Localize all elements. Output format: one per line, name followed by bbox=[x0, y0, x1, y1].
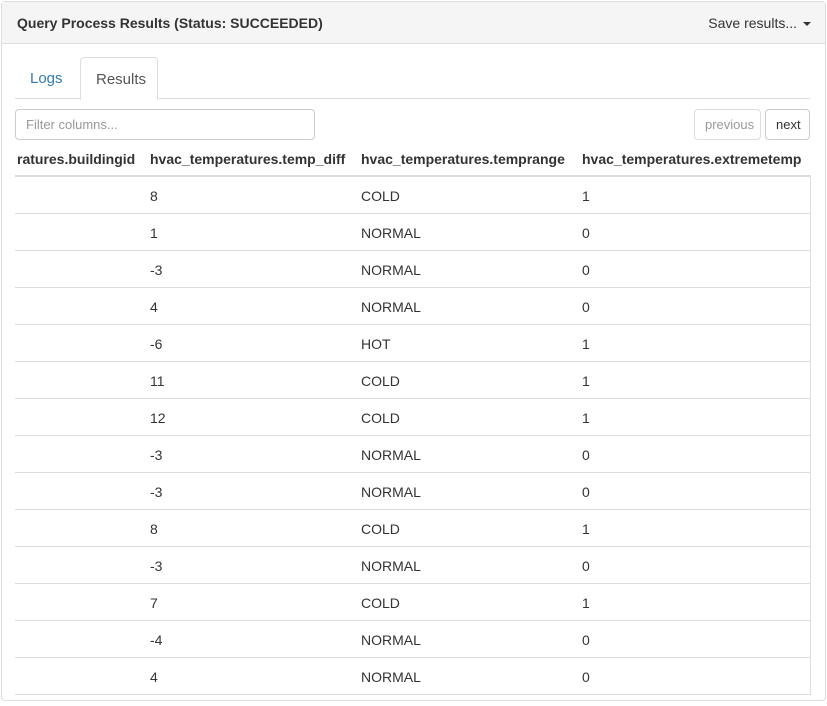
column-header[interactable]: hvac_temperatures.temprange bbox=[361, 151, 565, 167]
table-cell: COLD bbox=[361, 595, 400, 611]
table-row: -3 NORMAL 0 bbox=[15, 251, 810, 288]
table-cell: 4 bbox=[150, 669, 158, 685]
table-cell: HOT bbox=[361, 336, 391, 352]
table-cell: COLD bbox=[361, 410, 400, 426]
table-cell: NORMAL bbox=[361, 632, 421, 648]
table-row: -3 NORMAL 0 bbox=[15, 473, 810, 510]
table-row: 12 COLD 1 bbox=[15, 399, 810, 436]
table-row: 4 NORMAL 0 bbox=[15, 658, 810, 695]
table-row: 4 NORMAL 0 bbox=[15, 288, 810, 325]
table-cell: -6 bbox=[150, 336, 163, 352]
save-results-label: Save results... bbox=[708, 15, 797, 31]
table-cell: NORMAL bbox=[361, 484, 421, 500]
table-row: -6 HOT 1 bbox=[15, 325, 810, 362]
filter-columns-input[interactable] bbox=[15, 109, 315, 140]
table-cell: 1 bbox=[582, 188, 590, 204]
table-cell: COLD bbox=[361, 188, 400, 204]
table-cell: NORMAL bbox=[361, 299, 421, 315]
table-row: 8 COLD 1 bbox=[15, 510, 810, 547]
table-row: 8 COLD 1 bbox=[15, 177, 810, 214]
table-cell: NORMAL bbox=[361, 262, 421, 278]
table-cell: 0 bbox=[582, 669, 590, 685]
table-cell: COLD bbox=[361, 373, 400, 389]
table-cell: 1 bbox=[582, 410, 590, 426]
table-row: 1 NORMAL 0 bbox=[15, 214, 810, 251]
table-cell: 0 bbox=[582, 447, 590, 463]
table-cell: 0 bbox=[582, 558, 590, 574]
table-row: 11 COLD 1 bbox=[15, 362, 810, 399]
table-cell: -3 bbox=[150, 447, 163, 463]
next-button[interactable]: next bbox=[765, 109, 810, 140]
table-cell: 1 bbox=[582, 521, 590, 537]
table-cell: 0 bbox=[582, 484, 590, 500]
table-row: -3 NORMAL 0 bbox=[15, 436, 810, 473]
table-cell: 4 bbox=[150, 299, 158, 315]
table-row: -3 NORMAL 0 bbox=[15, 547, 810, 584]
table-body: 8 COLD 1 1 NORMAL 0 -3 NORMAL 0 4 NORMAL 0 -6 HOT 1 11 C… bbox=[15, 177, 811, 695]
table-cell: NORMAL bbox=[361, 558, 421, 574]
table-cell: -4 bbox=[150, 632, 163, 648]
table-cell: NORMAL bbox=[361, 225, 421, 241]
tab-bar: Logs Results bbox=[15, 57, 810, 100]
table-cell: 8 bbox=[150, 521, 158, 537]
table-cell: 0 bbox=[582, 632, 590, 648]
table-cell: 0 bbox=[582, 262, 590, 278]
table-cell: 11 bbox=[150, 373, 165, 389]
table-cell: 1 bbox=[582, 373, 590, 389]
table-cell: NORMAL bbox=[361, 669, 421, 685]
table-cell: 12 bbox=[150, 410, 166, 426]
column-header[interactable]: hvac_temperatures.temp_diff bbox=[150, 151, 345, 167]
previous-button[interactable]: previous bbox=[694, 109, 761, 140]
tab-logs[interactable]: Logs bbox=[15, 57, 80, 99]
save-results-dropdown[interactable]: Save results... bbox=[708, 15, 811, 31]
table-cell: 0 bbox=[582, 225, 590, 241]
table-cell: -3 bbox=[150, 262, 163, 278]
table-cell: 1 bbox=[150, 225, 158, 241]
table-header: ratures.buildingid hvac_temperatures.tem… bbox=[15, 146, 811, 177]
table-cell: 1 bbox=[582, 336, 590, 352]
table-cell: COLD bbox=[361, 521, 400, 537]
table-row: -4 NORMAL 0 bbox=[15, 621, 810, 658]
caret-down-icon bbox=[803, 22, 811, 27]
panel-title: Query Process Results (Status: SUCCEEDED… bbox=[17, 15, 323, 31]
results-table: ratures.buildingid hvac_temperatures.tem… bbox=[15, 146, 811, 706]
table-row: 7 COLD 1 bbox=[15, 584, 810, 621]
table-cell: 7 bbox=[150, 595, 158, 611]
table-cell: 8 bbox=[150, 188, 158, 204]
table-cell: 1 bbox=[582, 595, 590, 611]
table-cell: NORMAL bbox=[361, 447, 421, 463]
panel-header: Query Process Results (Status: SUCCEEDED… bbox=[2, 2, 825, 44]
column-header[interactable]: hvac_temperatures.extremetemp bbox=[582, 151, 801, 167]
table-cell: -3 bbox=[150, 558, 163, 574]
tab-results[interactable]: Results bbox=[80, 57, 158, 100]
column-header[interactable]: ratures.buildingid bbox=[17, 151, 135, 167]
table-cell: -3 bbox=[150, 484, 163, 500]
table-cell: 0 bbox=[582, 299, 590, 315]
